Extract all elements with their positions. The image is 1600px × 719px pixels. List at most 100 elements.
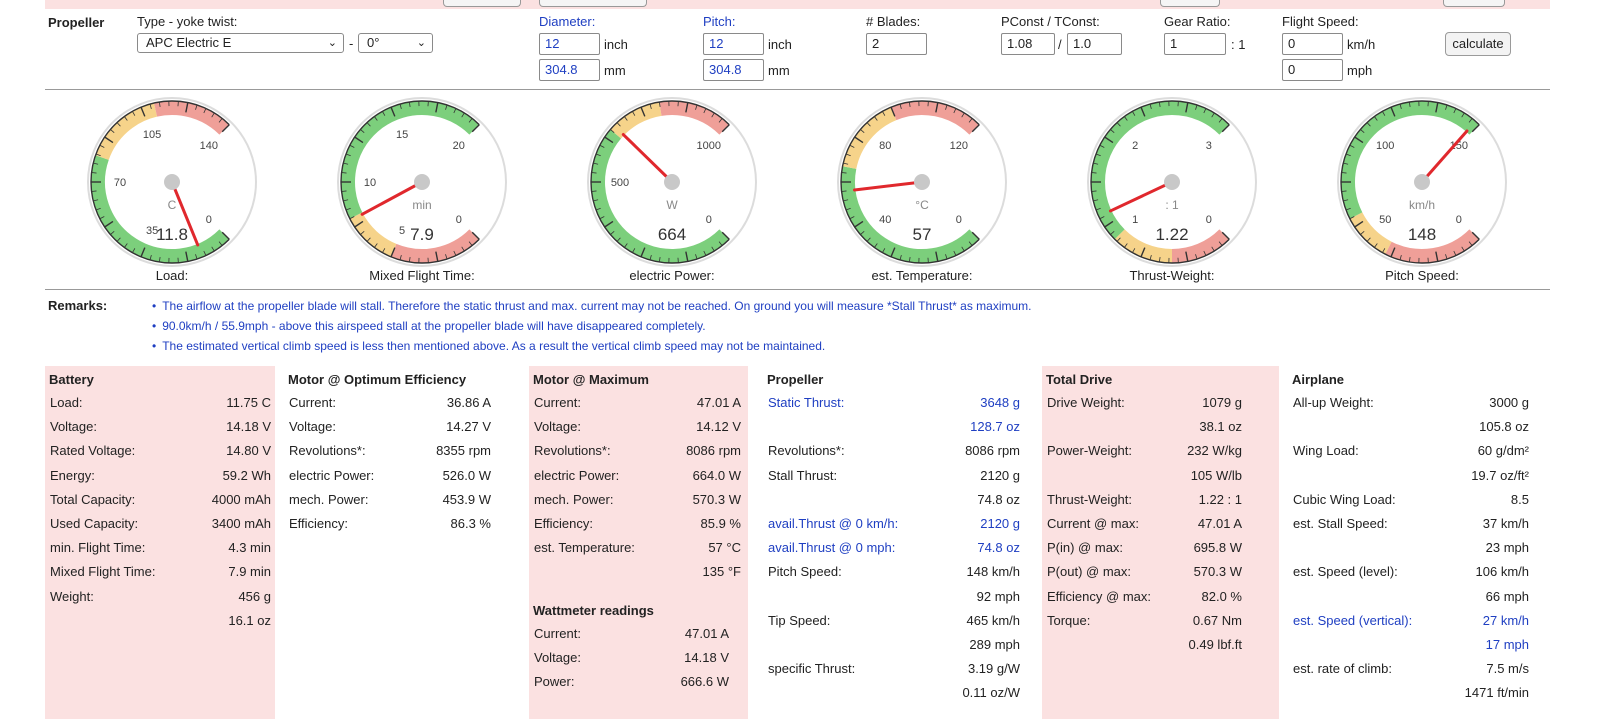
table-row: 0.11 oz/W [763,681,1035,705]
row-label: est. Speed (level): [1293,564,1398,580]
row-value: 23 mph [1485,540,1529,556]
table-row: 74.8 oz [763,488,1035,512]
table-row: 66 mph [1288,585,1550,609]
row-label: All-up Weight: [1293,395,1374,410]
row-value: 0.49 lbf.ft [1188,637,1242,652]
row-value: 7.9 min [228,564,271,580]
row-label: Energy: [50,467,95,483]
gauge-hub [1414,174,1430,190]
row-label: Thrust-Weight: [1047,491,1133,507]
panel-title: Battery [49,372,94,387]
chevron-down-icon: ⌄ [416,37,426,49]
row-label: Efficiency @ max: [1047,588,1151,604]
table-row: electric Power: 664.0 W [529,464,748,488]
table-row: Efficiency @ max: 82.0 % [1042,585,1279,609]
row-value: 92 mph [976,588,1020,604]
table-row: est. rate of climb: 7.5 m/s [1288,657,1550,681]
row-label: Voltage: [534,650,581,666]
row-value: 38.1 oz [1199,419,1242,435]
row-value: 66 mph [1485,588,1529,604]
table-row: Torque: 0.67 Nm [1042,609,1279,633]
table-row: avail.Thrust @ 0 mph: 74.8 oz [763,536,1035,560]
gear-ratio-input[interactable]: 1 [1164,33,1226,55]
gauge-caption: Pitch Speed: [1385,268,1459,283]
row-label: Efficiency: [289,516,349,531]
table-row: est. Stall Speed: 37 km/h [1288,512,1550,536]
panel-title: Motor @ Optimum Efficiency [288,372,467,387]
table-row: Revolutions*: 8355 rpm [284,439,522,463]
twist-select[interactable]: 0° ⌄ [358,33,433,53]
gauge-tick-label: 100 [1376,140,1394,152]
row-value: 4000 mAh [211,491,271,507]
row-value: 82.0 % [1201,588,1242,604]
diameter-inch-input[interactable]: 12 [539,33,600,55]
pitch-inch-input[interactable]: 12 [703,33,764,55]
row-value: 11.75 C [226,395,271,410]
table-row: 289 mph [763,633,1035,657]
row-label: Voltage: [534,419,581,435]
calculate-button[interactable]: calculate [1445,32,1511,56]
table-row: Efficiency: 85.9 % [529,512,748,536]
pconst-input[interactable]: 1.08 [1001,33,1055,55]
gauge-unit: km/h [1409,198,1435,212]
row-label: est. Temperature: [534,540,635,556]
battery-panel: Battery Load: 11.75 C Voltage: 14.18 V Rated … [45,366,275,719]
gauge-tick-label: 20 [453,140,465,152]
gauge-dial: 0 1 2 3: 1 1.22 [1087,97,1257,267]
row-value: 8.5 [1510,491,1529,507]
gauge-tick-label: 0 [956,214,962,226]
row-value: 85.9 % [700,516,741,531]
row-value: 0.11 oz/W [962,685,1020,701]
gauge-tick-label: 10 [364,177,376,189]
table-row: Power: 666.6 W [529,670,748,694]
row-value: 456 g [238,588,271,604]
flight-speed-kmh-input[interactable]: 0 [1282,33,1343,55]
row-value: 135 °F [702,564,741,580]
gauge-hub [1164,174,1180,190]
gauge-tick-label: 0 [1206,214,1212,226]
gauge-dial: 050100 150km/h148 [1337,97,1507,267]
row-label: Weight: [50,588,94,604]
row-value: 0.67 Nm [1192,612,1242,628]
gauge-caption: Load: [155,268,189,283]
table-row: Current: 36.86 A [284,391,522,415]
row-value: 8355 rpm [436,443,491,459]
row-label: Used Capacity: [50,516,139,531]
row-value: 570.3 W [692,491,741,507]
table-row: Current: 47.01 A [529,622,748,646]
table-row: Voltage: 14.18 V [529,646,748,670]
table-row: specific Thrust: 3.19 g/W [763,657,1035,681]
table-row: min. Flight Time: 4.3 min [45,536,275,560]
dash-separator: - [349,36,354,51]
flight-speed-mph-input[interactable]: 0 [1282,59,1343,81]
table-row: electric Power: 526.0 W [284,464,522,488]
pitch-mm-input[interactable]: 304.8 [703,59,764,81]
remark-item: 90.0km/h / 55.9mph - above this airspeed… [152,318,1032,338]
gear-ratio-suffix: : 1 [1231,37,1246,52]
row-label: Cubic Wing Load: [1293,491,1396,507]
row-value: 3000 g [1489,395,1529,410]
row-label: Total Capacity: [50,491,136,507]
diameter-mm-unit: mm [604,63,626,78]
table-row: Mixed Flight Time: 7.9 min [45,560,275,584]
row-value: 695.8 W [1193,540,1242,556]
tconst-input[interactable]: 1.0 [1067,33,1122,55]
table-row: 105.8 oz [1288,415,1550,439]
gauge-dial: 0 5 10 15 20 min 7.9 [337,97,507,267]
row-label: Current: [534,626,581,641]
table-row: 92 mph [763,585,1035,609]
table-row: Pitch Speed: 148 km/h [763,560,1035,584]
gauge-tick-label: 120 [950,140,968,152]
table-row: All-up Weight: 3000 g [1288,391,1550,415]
propeller-type-value: APC Electric E [146,35,232,50]
type-label: Type - yoke twist: [137,14,238,29]
row-value: 37 km/h [1482,516,1529,531]
gauge-tick-label: 40 [879,214,891,226]
diameter-label: Diameter: [539,14,596,29]
blades-input[interactable]: 2 [866,33,927,55]
row-value: 14.27 V [446,419,491,435]
table-row: Drive Weight: 1079 g [1042,391,1279,415]
propeller-type-select[interactable]: APC Electric E ⌄ [137,33,344,53]
diameter-mm-input[interactable]: 304.8 [539,59,600,81]
row-value: 1471 ft/min [1464,685,1529,701]
